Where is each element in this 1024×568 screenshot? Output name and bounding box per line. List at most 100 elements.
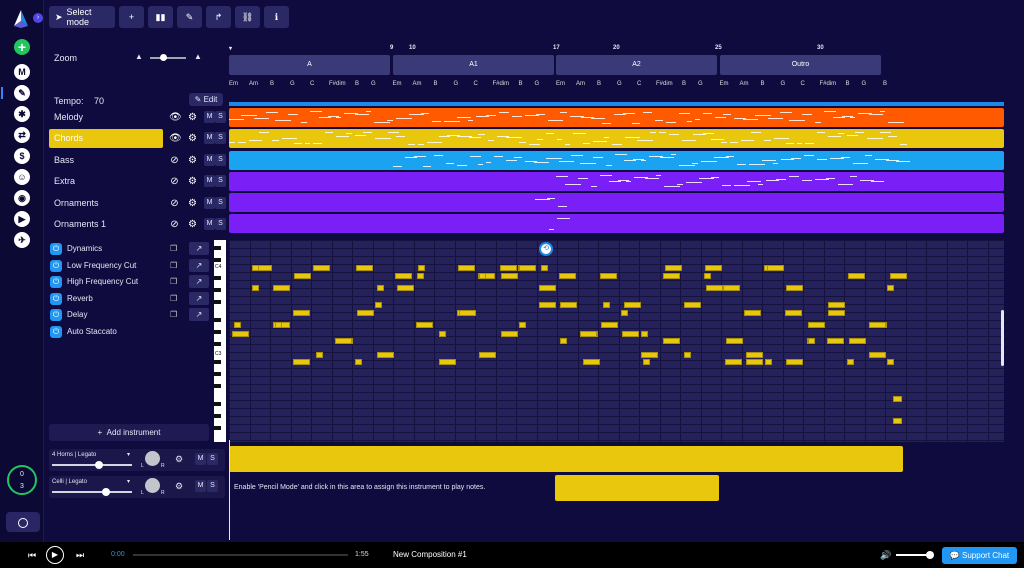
note-block[interactable] xyxy=(582,359,600,365)
help-icon[interactable]: ◉ xyxy=(14,190,30,206)
expand-rail-icon[interactable]: › xyxy=(33,13,43,23)
visibility-icon[interactable]: 👁 xyxy=(169,133,182,144)
note-block[interactable] xyxy=(499,265,517,271)
volume-slider-knob[interactable] xyxy=(926,551,934,559)
note-block[interactable] xyxy=(887,359,894,365)
lane-ornaments-1[interactable] xyxy=(229,214,1004,233)
pricing-icon[interactable]: $ xyxy=(14,148,30,164)
power-icon[interactable]: ⏻ xyxy=(50,325,62,338)
note-block[interactable] xyxy=(704,265,722,271)
add-button[interactable]: + xyxy=(119,6,144,28)
blog-icon[interactable]: ✈ xyxy=(14,232,30,248)
volume-slider[interactable] xyxy=(52,488,132,496)
note-block[interactable] xyxy=(397,285,414,291)
mute-button[interactable]: M xyxy=(204,175,215,187)
lane-melody[interactable] xyxy=(229,108,1004,127)
note-block[interactable] xyxy=(415,322,433,328)
visibility-icon[interactable]: 👁 xyxy=(169,112,182,123)
note-block[interactable] xyxy=(890,273,907,279)
select-mode-button[interactable]: ➤ Select mode xyxy=(49,6,115,28)
volume-slider-knob[interactable] xyxy=(102,488,110,496)
next-icon[interactable]: ⏭ xyxy=(76,550,84,561)
note-block[interactable] xyxy=(232,331,249,337)
copy-icon[interactable]: ❐ xyxy=(170,244,177,253)
mute-button[interactable]: M xyxy=(204,132,215,144)
note-block[interactable] xyxy=(723,285,740,291)
play-button[interactable]: ▶ xyxy=(46,546,64,564)
playback-seekbar[interactable] xyxy=(133,554,348,556)
note-block[interactable] xyxy=(559,273,576,279)
pan-knob[interactable] xyxy=(145,478,160,493)
piano-roll-grid[interactable] xyxy=(229,240,1004,442)
automation-icon[interactable]: ↗ xyxy=(189,275,209,288)
caret-down-icon[interactable]: ▾ xyxy=(127,478,130,485)
add-instrument-button[interactable]: + Add instrument xyxy=(49,424,209,441)
video-icon[interactable]: ▶ xyxy=(14,211,30,227)
note-block[interactable] xyxy=(785,285,803,291)
info-button[interactable]: ℹ xyxy=(264,6,289,28)
note-block[interactable] xyxy=(439,331,446,337)
solo-button[interactable]: S xyxy=(215,175,226,187)
random-icon[interactable]: ✱ xyxy=(14,106,30,122)
volume-slider-knob[interactable] xyxy=(95,461,103,469)
track-row[interactable]: Melody 👁 ⚙ M S xyxy=(49,108,226,127)
share-button[interactable]: ↱ xyxy=(206,6,231,28)
note-block[interactable] xyxy=(479,273,486,279)
tempo-edit-button[interactable]: ✎ Edit xyxy=(189,93,223,106)
note-block[interactable] xyxy=(292,310,310,316)
note-block[interactable] xyxy=(292,359,310,365)
black-key[interactable] xyxy=(214,372,221,376)
visibility-icon[interactable]: ⊘ xyxy=(169,176,180,187)
note-block[interactable] xyxy=(620,310,628,316)
note-block[interactable] xyxy=(603,302,610,308)
support-chat-button[interactable]: 💬 Support Chat xyxy=(942,547,1017,564)
note-block[interactable] xyxy=(662,338,680,344)
mixer-button[interactable]: ▮▮ xyxy=(148,6,173,28)
note-block[interactable] xyxy=(623,302,641,308)
black-key[interactable] xyxy=(214,402,221,406)
note-block[interactable] xyxy=(725,359,742,365)
note-block[interactable] xyxy=(868,352,886,358)
gear-icon[interactable]: ⚙ xyxy=(175,454,183,465)
black-key[interactable] xyxy=(214,342,221,346)
black-key[interactable] xyxy=(214,300,221,304)
power-icon[interactable]: ⏻ xyxy=(50,243,62,255)
volume-slider[interactable] xyxy=(896,551,934,559)
note-block[interactable] xyxy=(743,310,761,316)
note-block[interactable] xyxy=(519,265,536,271)
track-name[interactable]: Melody xyxy=(49,108,163,127)
note-block[interactable] xyxy=(356,265,373,271)
note-block[interactable] xyxy=(458,310,476,316)
power-icon[interactable]: ⏻ xyxy=(50,259,62,272)
note-block[interactable] xyxy=(893,418,902,424)
note-block[interactable] xyxy=(417,265,425,271)
note-block[interactable] xyxy=(234,322,241,328)
gear-icon[interactable]: ⚙ xyxy=(187,219,198,230)
note-block[interactable] xyxy=(849,338,866,344)
seek-button[interactable]: ⟲ xyxy=(539,242,553,256)
zoom-slider[interactable] xyxy=(150,54,186,61)
note-block[interactable] xyxy=(374,302,382,308)
solo-button[interactable]: S xyxy=(207,480,218,492)
note-block[interactable] xyxy=(579,331,597,337)
gear-icon[interactable]: ⚙ xyxy=(187,198,198,209)
section-block[interactable]: A1 xyxy=(393,55,554,75)
note-block[interactable] xyxy=(621,331,639,337)
gear-icon[interactable]: ⚙ xyxy=(187,112,198,123)
note-block[interactable] xyxy=(847,359,854,365)
mixer-icon[interactable]: M xyxy=(14,64,30,80)
note-block[interactable] xyxy=(893,396,902,402)
note-block[interactable] xyxy=(275,322,282,328)
section-block[interactable]: A2 xyxy=(556,55,717,75)
vertical-scrollbar[interactable] xyxy=(1001,310,1004,366)
track-name[interactable]: Chords xyxy=(49,129,163,148)
track-row[interactable]: Ornaments ⊘ ⚙ M S xyxy=(49,194,226,213)
note-block[interactable] xyxy=(848,273,865,279)
instrument-name[interactable]: 4 Horns | Legato xyxy=(52,452,96,458)
lane-ornaments[interactable] xyxy=(229,193,1004,212)
note-block[interactable] xyxy=(703,273,711,279)
note-block[interactable] xyxy=(684,352,691,358)
note-block[interactable] xyxy=(826,338,844,344)
note-block[interactable] xyxy=(355,359,362,365)
note-block[interactable] xyxy=(395,273,412,279)
